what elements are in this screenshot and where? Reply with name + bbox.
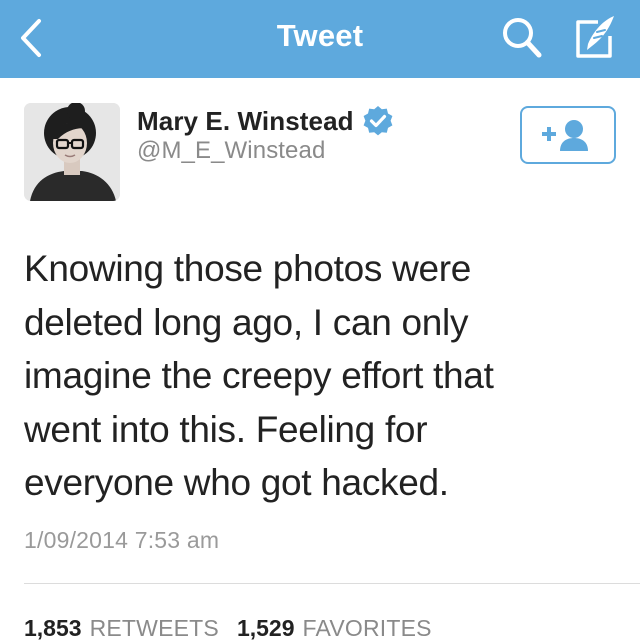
tweet-text-line: went into this. Feeling for [24,408,428,450]
compose-button[interactable] [566,8,624,66]
divider [24,583,640,584]
favorites-stat[interactable]: 1,529 FAVORITES [237,615,432,640]
follow-button[interactable] [520,106,616,164]
retweets-stat[interactable]: 1,853 RETWEETS [24,615,219,640]
tweet-detail-screen: Tweet Mary E. Winstead @M_E_Winstead Kno… [0,0,640,640]
tweet-stats: 1,853 RETWEETS 1,529 FAVORITES [24,615,432,640]
avatar[interactable] [24,103,120,201]
author-name[interactable]: Mary E. Winstead [137,106,354,137]
follow-user-icon [542,120,588,151]
tweet-text: Knowing those photos were deleted long a… [24,242,584,510]
tweet-text-line: imagine the creepy effort that [24,355,494,396]
compose-icon [576,16,614,58]
favorites-count: 1,529 [236,615,295,640]
author-handle[interactable]: @M_E_Winstead [137,137,325,165]
retweets-label: RETWEETS [89,615,219,640]
tweet-text-line: deleted long ago, I can only [24,301,469,343]
tweet-text-line: everyone who got hacked. [24,462,449,503]
nav-bar: Tweet [0,0,640,78]
tweet-text-line: Knowing those photos were [24,248,472,289]
search-button[interactable] [494,10,550,66]
verified-badge-icon [362,105,394,137]
profile-photo-icon [24,103,120,201]
search-icon [503,18,542,58]
tweet-timestamp: 1/09/2014 7:53 am [24,527,220,553]
retweets-count: 1,853 [24,615,82,640]
favorites-label: FAVORITES [302,615,432,640]
author-name-row[interactable]: Mary E. Winstead [137,103,394,139]
